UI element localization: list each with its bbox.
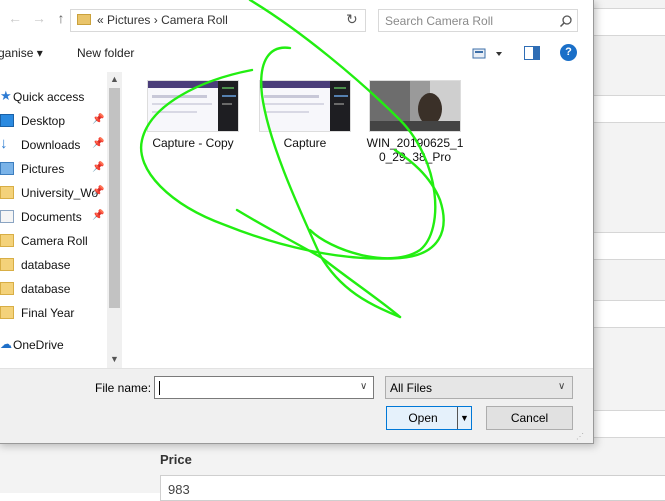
file-name-line: WIN_20190625_1 [367, 136, 464, 150]
pin-icon: 📌 [92, 162, 104, 173]
breadcrumb-separator: › [154, 13, 158, 27]
cloud-icon: ☁ [0, 337, 14, 350]
sidebar-item-label: Final Year [21, 306, 74, 320]
sidebar-item-label: OneDrive [13, 338, 64, 352]
file-item[interactable]: Capture - Copy [143, 80, 243, 150]
forward-arrow-icon[interactable]: → [32, 10, 46, 26]
sidebar-item-quick-access[interactable]: ★ Quick access [0, 86, 110, 108]
file-list: Capture - Copy Capture [126, 70, 591, 368]
open-split-arrow-icon[interactable]: ▼ [457, 407, 471, 429]
file-type-select[interactable]: All Files ∨ [385, 376, 573, 399]
cancel-button[interactable]: Cancel [486, 406, 573, 430]
background-field [590, 410, 665, 438]
refresh-icon[interactable]: ↻ [346, 11, 362, 29]
open-button-label: Open [408, 411, 437, 425]
folder-icon [0, 306, 14, 319]
open-file-dialog: ← → ↑ « Pictures › Camera Roll ↻ Search … [0, 0, 594, 444]
new-folder-button[interactable]: New folder [77, 46, 134, 60]
sidebar-item-label: database [21, 258, 70, 272]
pin-icon: 📌 [92, 138, 104, 149]
text-caret [159, 381, 160, 395]
search-placeholder: Search Camera Roll [385, 14, 493, 28]
sidebar-item-onedrive[interactable]: ☁ OneDrive [0, 334, 110, 356]
folder-icon [0, 186, 14, 199]
file-name-input[interactable]: ∨ [154, 376, 374, 399]
folder-icon [77, 14, 91, 25]
chevron-down-icon: ∨ [558, 381, 565, 392]
background-field [590, 300, 665, 328]
sidebar-item-desktop[interactable]: Desktop 📌 [0, 110, 110, 132]
file-thumbnail [147, 80, 239, 132]
pictures-icon [0, 162, 14, 175]
background-field [590, 95, 665, 123]
folder-icon [0, 234, 14, 247]
file-item[interactable]: WIN_20190625_1 0_29_38_Pro [365, 80, 465, 164]
breadcrumb: « Pictures › Camera Roll [77, 13, 228, 27]
sidebar-item-label: Quick access [13, 90, 84, 104]
background-field [590, 8, 665, 36]
file-name: WIN_20190625_1 0_29_38_Pro [365, 136, 465, 164]
background-field [590, 232, 665, 260]
sidebar-item-university[interactable]: University_Wo 📌 [0, 182, 110, 204]
sidebar-item-label: Camera Roll [21, 234, 88, 248]
folder-icon [0, 282, 14, 295]
chevron-down-icon[interactable]: ∨ [360, 381, 367, 392]
scrollbar-thumb[interactable] [109, 88, 120, 308]
file-item[interactable]: Capture [255, 80, 355, 150]
file-thumbnail [259, 80, 351, 132]
resize-grip-icon[interactable]: ⋰ [576, 432, 586, 442]
organise-button[interactable]: ganise ▾ [0, 46, 43, 60]
help-button[interactable]: ? [560, 44, 577, 61]
documents-icon [0, 210, 14, 223]
pin-icon: 📌 [92, 114, 104, 125]
address-bar-row: ← → ↑ « Pictures › Camera Roll ↻ Search … [0, 0, 593, 40]
sidebar-item-camera-roll[interactable]: Camera Roll [0, 230, 110, 252]
address-bar[interactable]: « Pictures › Camera Roll ↻ [70, 9, 366, 32]
breadcrumb-overflow[interactable]: « [97, 13, 104, 27]
sidebar-item-database[interactable]: database [0, 278, 110, 300]
sidebar-item-label: Desktop [21, 114, 65, 128]
file-type-value: All Files [390, 381, 432, 395]
navigation-pane: ★ Quick access Desktop 📌 ↓ Downloads 📌 P… [0, 70, 122, 368]
sidebar-item-label: Pictures [21, 162, 64, 176]
sidebar-item-pictures[interactable]: Pictures 📌 [0, 158, 110, 180]
preview-pane-icon[interactable] [524, 46, 540, 60]
scroll-down-icon[interactable]: ▼ [107, 352, 122, 366]
breadcrumb-camera-roll[interactable]: Camera Roll [161, 13, 228, 27]
price-input[interactable]: 983 [160, 475, 665, 501]
back-arrow-icon[interactable]: ← [8, 10, 22, 26]
sidebar-item-downloads[interactable]: ↓ Downloads 📌 [0, 134, 110, 156]
sidebar-item-label: University_Wo [21, 186, 98, 200]
pin-icon: 📌 [92, 186, 104, 197]
folder-icon [0, 258, 14, 271]
sidebar-item-documents[interactable]: Documents 📌 [0, 206, 110, 228]
change-view-icon[interactable] [472, 46, 506, 62]
search-input[interactable]: Search Camera Roll [378, 9, 578, 32]
sidebar-item-label: Downloads [21, 138, 80, 152]
star-icon: ★ [0, 88, 14, 101]
sidebar-item-database[interactable]: database [0, 254, 110, 276]
sidebar-item-label: Documents [21, 210, 82, 224]
file-thumbnail [369, 80, 461, 132]
up-arrow-icon[interactable]: ↑ [54, 10, 68, 26]
desktop-icon [0, 114, 14, 127]
pin-icon: 📌 [92, 210, 104, 221]
file-name-label: File name: [95, 381, 151, 395]
file-name: Capture - Copy [143, 136, 243, 150]
open-button[interactable]: Open ▼ [386, 406, 472, 430]
sidebar-item-final-year[interactable]: Final Year [0, 302, 110, 324]
sidebar-item-label: database [21, 282, 70, 296]
price-label: Price [160, 452, 192, 467]
breadcrumb-pictures[interactable]: Pictures [107, 13, 150, 27]
search-icon[interactable] [559, 14, 573, 28]
file-name: Capture [255, 136, 355, 150]
download-icon: ↓ [0, 135, 14, 148]
scroll-up-icon[interactable]: ▲ [107, 72, 122, 86]
file-name-line: 0_29_38_Pro [379, 150, 451, 164]
